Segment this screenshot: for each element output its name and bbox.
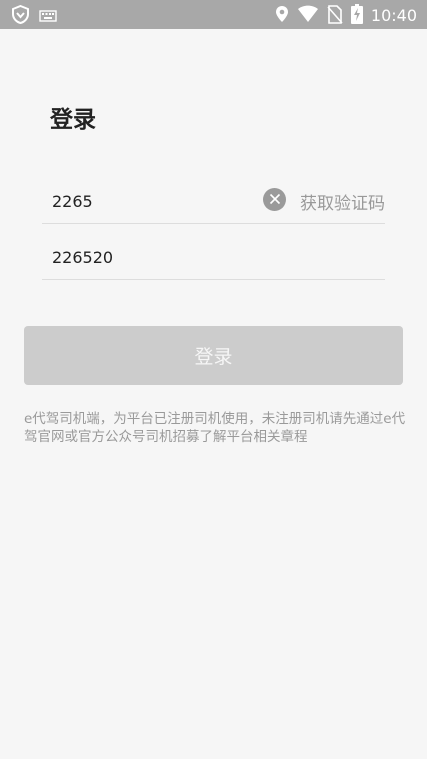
driver-notice: e代驾司机端，为平台已注册司机使用，未注册司机请先通过e代驾官网或官方公众号司机… [24,411,406,445]
location-icon [275,5,289,27]
keyboard-icon [39,7,57,26]
phone-field: 获取验证码 [42,179,385,224]
status-time: 10:40 [370,6,417,25]
no-sim-icon [327,4,343,28]
status-bar: 10:40 [0,0,427,29]
clear-phone-button[interactable] [263,188,286,211]
code-input[interactable] [52,243,252,271]
battery-charging-icon [350,4,363,28]
status-left-icons [11,4,57,28]
get-code-button[interactable]: 获取验证码 [300,189,385,214]
code-field [42,235,385,280]
page-title: 登录 [50,107,96,133]
wifi-icon [297,5,319,27]
phone-input[interactable] [52,187,252,215]
login-button[interactable]: 登录 [24,326,403,385]
status-right-icons: 10:40 [275,4,417,28]
shield-icon [11,4,30,28]
close-icon [269,190,281,209]
